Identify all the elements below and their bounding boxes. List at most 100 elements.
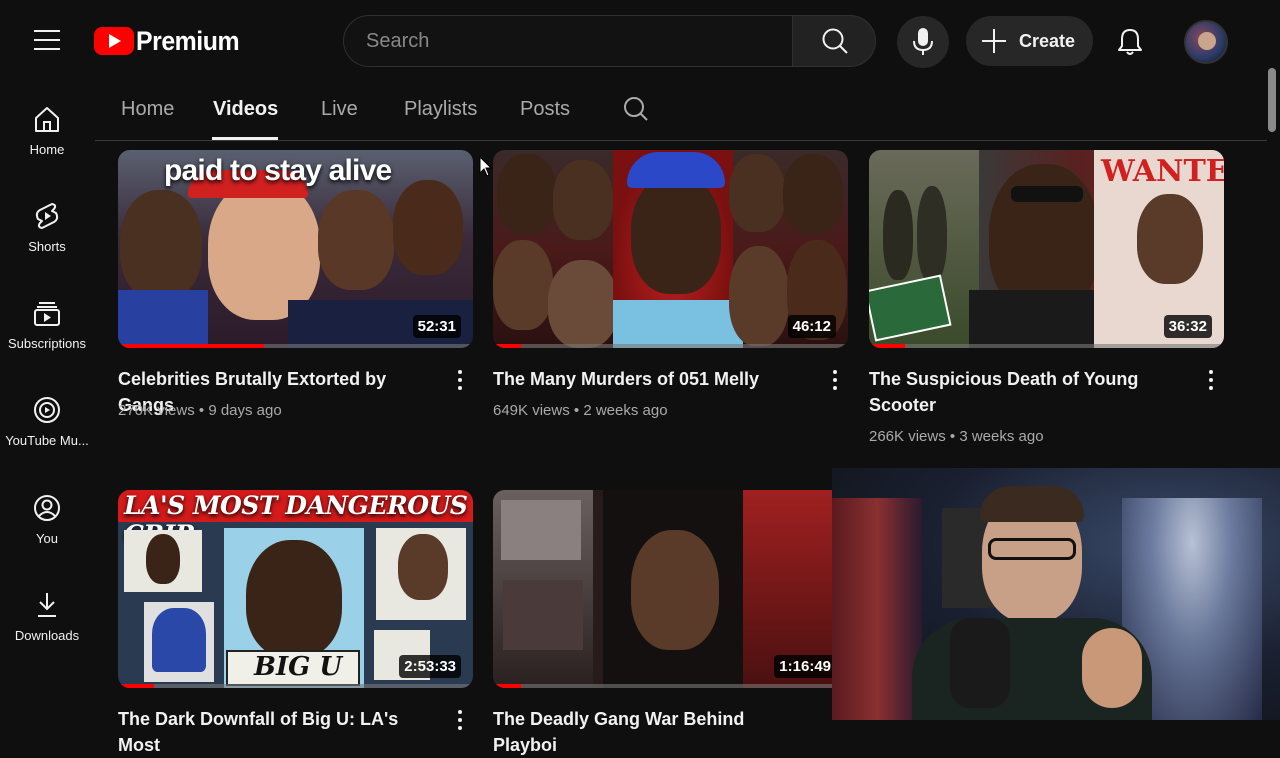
more-options-icon[interactable] — [454, 710, 466, 732]
microphone — [950, 618, 1010, 708]
thumbnail-figure — [631, 174, 721, 294]
video-thumbnail[interactable]: paid to stay alive 52:31 — [118, 150, 473, 348]
flag — [832, 498, 922, 720]
thumbnail-figure — [613, 300, 743, 348]
thumbnail-figure — [627, 152, 725, 188]
youtube-premium-logo[interactable]: Premium — [94, 26, 248, 56]
thumbnail-figure — [503, 580, 583, 650]
video-thumbnail[interactable]: WANTED 36:32 — [869, 150, 1224, 348]
video-card[interactable]: 46:12 The Many Murders of 051 Melly 649K… — [493, 150, 848, 450]
thumbnail-title-text: paid to stay alive — [164, 154, 392, 187]
sidebar-item-label: YouTube Mu... — [5, 433, 89, 448]
tab-videos[interactable]: Videos — [213, 98, 278, 121]
thumbnail-figure — [729, 246, 789, 346]
thumbnail-figure — [497, 154, 557, 234]
video-thumbnail[interactable]: LA'S MOST DANGEROUS CRIP BIG U 2:53:33 — [118, 490, 473, 688]
logo-text: Premium — [136, 25, 240, 56]
sidebar-item-youtube-music[interactable]: YouTube Mu... — [0, 375, 94, 461]
tab-posts[interactable]: Posts — [520, 98, 570, 121]
view-count: 266K views — [869, 428, 946, 445]
thumbnail-figure — [783, 154, 843, 234]
search-icon — [822, 28, 848, 54]
video-card[interactable]: 1:16:49 The Deadly Gang War Behind Playb… — [493, 490, 848, 755]
video-thumbnail[interactable]: 1:16:49 — [493, 490, 848, 688]
thumbnail-figure — [246, 540, 342, 658]
search-input[interactable] — [344, 16, 793, 66]
thumbnail-figure — [120, 190, 202, 300]
thumbnail-figure — [393, 180, 463, 275]
active-tab-indicator — [212, 137, 278, 140]
create-button[interactable]: Create — [966, 16, 1093, 66]
user-icon — [34, 495, 60, 521]
more-options-icon[interactable] — [829, 370, 841, 392]
menu-icon[interactable] — [34, 30, 60, 52]
youtube-music-icon — [34, 397, 60, 423]
more-options-icon[interactable] — [1205, 370, 1217, 392]
video-thumbnail[interactable]: 46:12 — [493, 150, 848, 348]
voice-search-button[interactable] — [897, 16, 949, 68]
thumbnail-figure — [118, 290, 208, 348]
video-duration: 52:31 — [412, 315, 461, 338]
thumbnail-figure — [501, 500, 581, 560]
sidebar-item-label: Shorts — [28, 239, 66, 254]
thumbnail-figure — [631, 530, 719, 650]
video-duration: 46:12 — [787, 315, 836, 338]
sidebar-item-subscriptions[interactable]: Subscriptions — [0, 278, 94, 364]
watch-progress-bar — [493, 344, 848, 348]
watch-progress-fill — [493, 344, 522, 348]
view-count: 649K views — [493, 402, 570, 419]
thumbnail-figure — [146, 534, 180, 584]
sidebar-item-you[interactable]: You — [0, 473, 94, 559]
video-card[interactable]: WANTED 36:32 The Suspicious Death of You… — [869, 150, 1224, 450]
video-title[interactable]: The Many Murders of 051 Melly — [493, 366, 813, 392]
create-label: Create — [1019, 30, 1076, 51]
avatar[interactable] — [1184, 20, 1228, 64]
video-duration: 36:32 — [1163, 315, 1212, 338]
thumbnail-figure — [1137, 194, 1203, 284]
sidebar-item-home[interactable]: Home — [0, 84, 94, 170]
watch-progress-fill — [118, 684, 154, 688]
sidebar: Home Shorts Subscriptions YouTube Mu... — [0, 84, 94, 720]
download-icon — [38, 593, 56, 617]
view-count: 270K views — [118, 402, 195, 419]
search-icon[interactable] — [623, 96, 649, 122]
video-card[interactable]: paid to stay alive 52:31 Celebrities Bru… — [118, 150, 473, 450]
thumbnail-figure — [553, 160, 613, 240]
watch-progress-bar — [118, 344, 473, 348]
video-title[interactable]: The Deadly Gang War Behind Playboi — [493, 706, 813, 758]
thumbnail-subtitle-text: BIG U — [254, 652, 343, 682]
thumbnail-figure — [729, 154, 785, 232]
tab-playlists[interactable]: Playlists — [404, 98, 477, 121]
sidebar-item-shorts[interactable]: Shorts — [0, 181, 94, 267]
watch-progress-bar — [493, 684, 848, 688]
more-options-icon[interactable] — [454, 370, 466, 392]
masthead: Premium Create — [0, 0, 1280, 84]
search-box — [343, 15, 793, 67]
sidebar-item-downloads[interactable]: Downloads — [0, 570, 94, 656]
tab-live[interactable]: Live — [321, 98, 358, 121]
youtube-play-icon — [94, 27, 134, 55]
video-title[interactable]: The Dark Downfall of Big U: LA's Most — [118, 706, 438, 758]
thumbnail-figure — [493, 240, 553, 330]
tab-home[interactable]: Home — [121, 98, 174, 121]
home-icon — [35, 107, 59, 132]
page-scrollbar[interactable] — [1268, 68, 1276, 132]
notifications-button[interactable] — [1112, 24, 1148, 60]
sidebar-item-label: Downloads — [14, 628, 80, 643]
sidebar-item-label: Home — [29, 142, 65, 157]
thumbnail-figure — [152, 608, 206, 672]
thumbnail-figure — [548, 260, 618, 348]
video-metadata: 266K views • 3 weeks ago — [869, 428, 1044, 445]
thumbnail-figure — [318, 190, 394, 290]
video-card[interactable]: LA'S MOST DANGEROUS CRIP BIG U 2:53:33 T… — [118, 490, 473, 755]
subscriptions-icon — [34, 302, 60, 326]
watch-progress-bar — [869, 344, 1224, 348]
watch-progress-fill — [118, 344, 264, 348]
video-title[interactable]: The Suspicious Death of Young Scooter — [869, 366, 1189, 418]
upload-age: 2 weeks ago — [583, 402, 668, 419]
person-hand — [1082, 628, 1142, 708]
sidebar-item-label: You — [36, 531, 58, 546]
person-hair — [980, 486, 1084, 522]
search-button[interactable] — [792, 15, 876, 67]
upload-age: 9 days ago — [208, 402, 282, 419]
